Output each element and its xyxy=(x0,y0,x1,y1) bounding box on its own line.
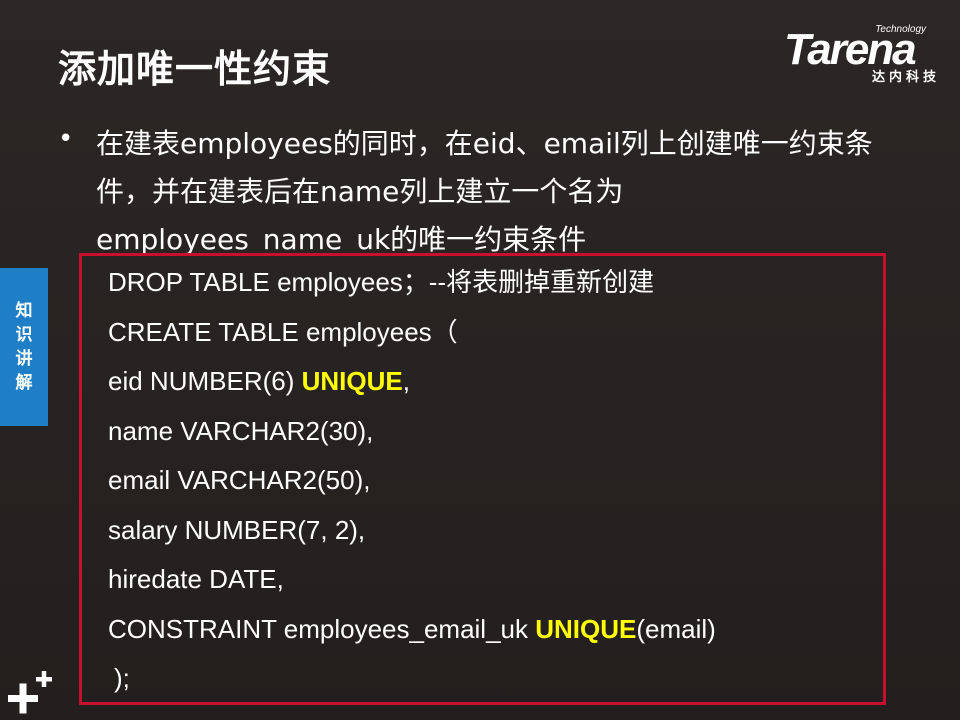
code-text: eid NUMBER(6) xyxy=(108,366,302,396)
tarena-logo: Technology Tarena 达内科技 xyxy=(784,24,946,85)
slide-title: 添加唯一性约束 xyxy=(58,47,332,91)
code-line-email: email VARCHAR2(50), xyxy=(108,465,371,495)
code-line-close: ); xyxy=(114,663,130,693)
slide: 添加唯一性约束 Technology Tarena 达内科技 知 识 讲 解 •… xyxy=(0,0,960,720)
unique-keyword: UNIQUE xyxy=(535,613,637,644)
code-line-salary: salary NUMBER(7, 2), xyxy=(108,514,366,545)
code-line-drop: DROP TABLE employees；--将表删掉重新创建 xyxy=(108,267,655,297)
unique-keyword: UNIQUE xyxy=(301,366,403,396)
side-tab-char: 讲 xyxy=(15,349,33,369)
plus-plus-icon xyxy=(8,671,52,714)
code-line-eid: eid NUMBER(6) UNIQUE, xyxy=(108,357,878,407)
logo-chinese: 达内科技 xyxy=(871,70,940,85)
code-text: CONSTRAINT employees_email_uk xyxy=(108,613,536,644)
code-line-constraint: CONSTRAINT employees_email_uk UNIQUE(ema… xyxy=(108,605,878,655)
code-line-name: name VARCHAR2(30), xyxy=(108,415,374,446)
side-tab-char: 知 xyxy=(15,301,33,321)
code-text: , xyxy=(402,366,410,396)
code-line-hiredate: hiredate DATE, xyxy=(108,564,284,594)
sql-code-block: DROP TABLE employees；--将表删掉重新创建 CREATE T… xyxy=(108,258,878,704)
side-tab-char: 识 xyxy=(15,325,33,345)
bullet-dot-icon: • xyxy=(58,124,74,154)
side-tab-char: 解 xyxy=(15,373,33,393)
bullet-text: 在建表employees的同时，在eid、email列上创建唯一约束条件，并在建… xyxy=(96,127,873,256)
code-line-create: CREATE TABLE employees（ xyxy=(108,316,458,347)
code-text: (email) xyxy=(636,613,716,644)
knowledge-tab: 知 识 讲 解 xyxy=(0,268,48,426)
